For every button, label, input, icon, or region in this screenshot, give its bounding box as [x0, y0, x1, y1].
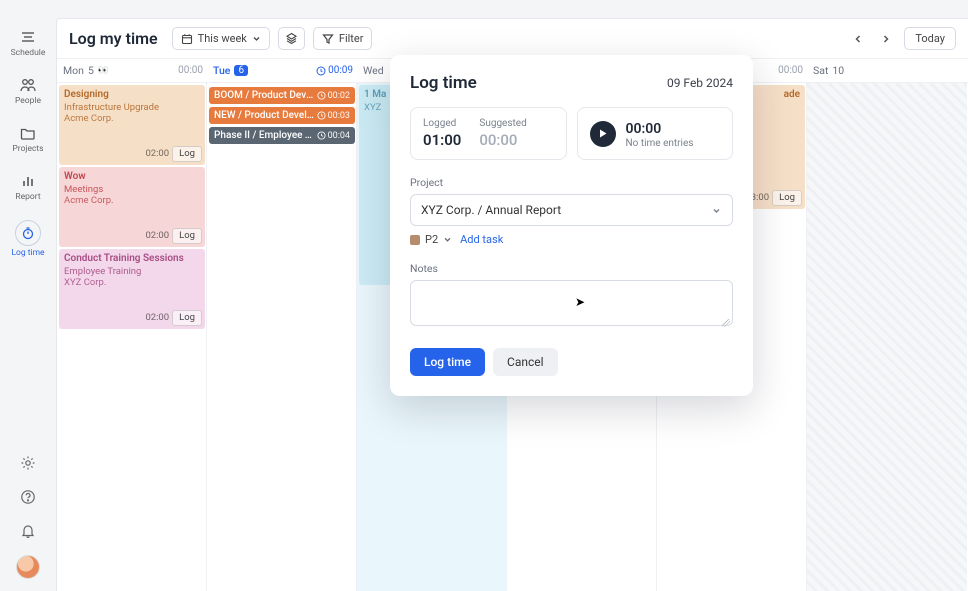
- timer-sub: No time entries: [626, 138, 694, 149]
- tag-color-swatch: [410, 235, 420, 245]
- modal-title: Log time: [410, 73, 477, 93]
- cancel-button[interactable]: Cancel: [493, 348, 558, 376]
- modal-overlay: Log time 09 Feb 2024 Logged 01:00 Sugges…: [0, 0, 968, 591]
- add-task-link[interactable]: Add task: [460, 233, 503, 246]
- log-time-modal: Log time 09 Feb 2024 Logged 01:00 Sugges…: [390, 55, 753, 396]
- notes-label: Notes: [410, 262, 733, 275]
- project-select[interactable]: XYZ Corp. / Annual Report: [410, 194, 733, 226]
- logged-label: Logged: [423, 118, 461, 129]
- timer-card: 00:00 No time entries: [577, 107, 734, 160]
- task-tag[interactable]: P2: [410, 233, 452, 246]
- submit-button[interactable]: Log time: [410, 348, 485, 376]
- chevron-down-icon: [443, 235, 452, 244]
- logged-value[interactable]: 01:00: [423, 131, 461, 149]
- logged-suggested-card: Logged 01:00 Suggested 00:00: [410, 107, 567, 160]
- chevron-down-icon: [711, 205, 722, 216]
- suggested-value: 00:00: [479, 131, 526, 149]
- project-label: Project: [410, 176, 733, 189]
- timer-value: 00:00: [626, 121, 694, 137]
- notes-input[interactable]: [410, 280, 733, 326]
- suggested-label: Suggested: [479, 118, 526, 129]
- project-value: XYZ Corp. / Annual Report: [421, 203, 561, 217]
- play-button[interactable]: [590, 121, 616, 147]
- modal-date: 09 Feb 2024: [667, 76, 733, 90]
